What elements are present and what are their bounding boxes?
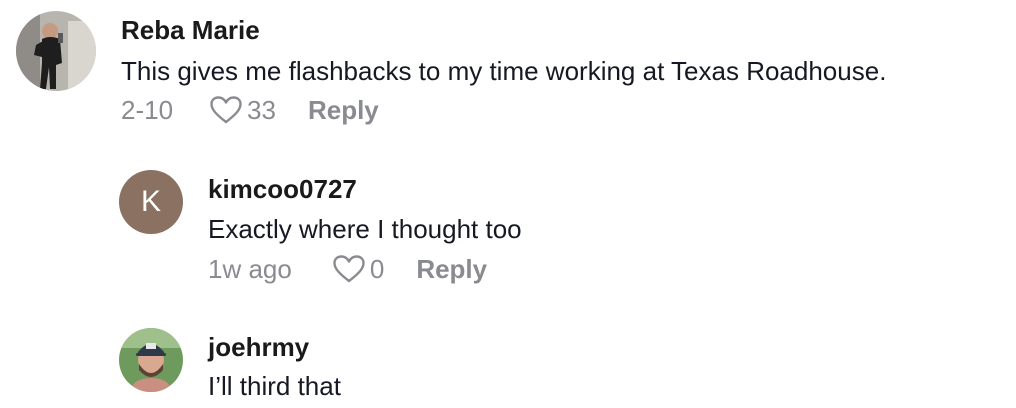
comment-username[interactable]: joehrmy [208,332,309,362]
comment-username[interactable]: Reba Marie [121,15,260,45]
user-photo-icon [119,328,183,392]
comment-date: 1w ago [208,254,292,284]
like-count: 33 [247,95,276,125]
comment-text: This gives me flashbacks to my time work… [121,56,887,86]
avatar[interactable] [16,11,96,91]
comment-text: I’ll third that [208,371,341,401]
like-button[interactable]: 0 [332,254,384,284]
comment-username[interactable]: kimcoo0727 [208,174,357,204]
user-photo-icon [16,11,96,91]
comment-date: 2-10 [121,95,174,125]
comment-meta: 2-10 33 Reply [121,95,379,125]
heart-outline-icon [333,255,365,283]
comment-text: Exactly where I thought too [208,214,522,244]
avatar[interactable] [119,328,183,392]
avatar-letter: K [140,185,161,218]
avatar[interactable]: K [119,170,183,234]
heart-outline-icon [210,96,242,124]
comment-meta: 1w ago 0 Reply [208,254,487,284]
like-button[interactable]: 33 [209,95,276,125]
like-count: 0 [369,254,385,284]
reply-button[interactable]: Reply [308,95,379,125]
reply-button[interactable]: Reply [416,254,487,284]
